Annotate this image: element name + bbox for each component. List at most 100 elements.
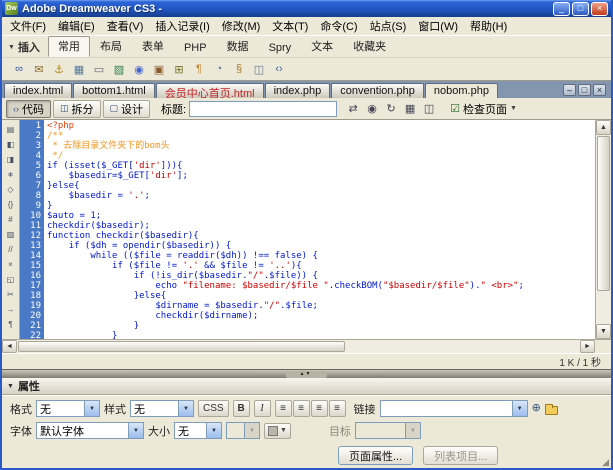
vertical-scrollbar[interactable]: ▲ ▼ bbox=[595, 120, 611, 339]
insert-tab[interactable]: PHP bbox=[174, 40, 217, 57]
design-view-button[interactable]: ▢设计 bbox=[103, 100, 151, 118]
preview-browser-icon[interactable]: ◉ bbox=[363, 100, 381, 118]
remove-comment-icon[interactable]: × bbox=[3, 257, 19, 272]
scroll-down-icon[interactable]: ▼ bbox=[596, 324, 611, 339]
insert-tab[interactable]: Spry bbox=[259, 40, 302, 57]
list-item-button[interactable]: 列表项目... bbox=[423, 446, 498, 465]
horizontal-scroll-thumb[interactable] bbox=[18, 341, 345, 352]
doc-tab[interactable]: 会员中心首页.html bbox=[156, 83, 264, 98]
align-left-icon[interactable]: ≡ bbox=[275, 400, 292, 417]
server-include-icon[interactable]: ⊞ bbox=[170, 60, 188, 78]
highlight-invalid-code-icon[interactable]: ▨ bbox=[3, 227, 19, 242]
target-select[interactable]: ▼ bbox=[355, 422, 421, 439]
code-view-button[interactable]: ‹›代码 bbox=[6, 100, 51, 118]
script-icon[interactable]: § bbox=[230, 60, 248, 78]
css-button[interactable]: CSS bbox=[198, 400, 229, 417]
collapse-panel-icon[interactable]: ▼ bbox=[7, 383, 14, 390]
media-icon[interactable]: ◉ bbox=[130, 60, 148, 78]
apply-comment-icon[interactable]: // bbox=[3, 242, 19, 257]
size-select[interactable]: 无 ▼ bbox=[174, 422, 222, 439]
menu-item[interactable]: 命令(C) bbox=[314, 17, 363, 35]
menu-item[interactable]: 文本(T) bbox=[266, 17, 314, 35]
browse-folder-icon[interactable] bbox=[545, 406, 558, 415]
doc-tab[interactable]: convention.php bbox=[331, 83, 424, 98]
menu-item[interactable]: 帮助(H) bbox=[464, 17, 513, 35]
italic-button[interactable]: I bbox=[254, 400, 271, 417]
insert-tab[interactable]: 布局 bbox=[90, 36, 132, 57]
properties-header[interactable]: ▼ 属性 bbox=[2, 378, 611, 395]
table-icon[interactable]: ▦ bbox=[70, 60, 88, 78]
view-options-icon[interactable]: ▦ bbox=[401, 100, 419, 118]
vertical-scroll-thumb[interactable] bbox=[597, 136, 610, 291]
wrap-tag-icon[interactable]: ◱ bbox=[3, 272, 19, 287]
title-input[interactable] bbox=[189, 101, 337, 117]
doc-tab[interactable]: nobom.php bbox=[425, 83, 498, 98]
head-icon[interactable]: ◔ bbox=[210, 60, 228, 78]
bold-button[interactable]: B bbox=[233, 400, 250, 417]
doc-tab[interactable]: index.html bbox=[4, 83, 72, 98]
size-unit-select[interactable]: ▼ bbox=[226, 422, 260, 439]
doc-minimize-icon[interactable]: – bbox=[563, 84, 576, 96]
format-select[interactable]: 无 ▼ bbox=[36, 400, 100, 417]
scroll-right-icon[interactable]: ► bbox=[580, 340, 595, 353]
template-icon[interactable]: ◫ bbox=[250, 60, 268, 78]
balance-braces-icon[interactable]: {} bbox=[3, 197, 19, 212]
check-page-button[interactable]: ☑ 检查页面 ▼ bbox=[445, 100, 522, 118]
file-management-icon[interactable]: ⇄ bbox=[344, 100, 362, 118]
refresh-icon[interactable]: ↻ bbox=[382, 100, 400, 118]
menu-item[interactable]: 查看(V) bbox=[101, 17, 150, 35]
align-center-icon[interactable]: ≡ bbox=[293, 400, 310, 417]
align-right-icon[interactable]: ≡ bbox=[311, 400, 328, 417]
menu-item[interactable]: 编辑(E) bbox=[52, 17, 101, 35]
insert-tab[interactable]: 常用 bbox=[48, 36, 90, 57]
expand-all-icon[interactable]: ∗ bbox=[3, 167, 19, 182]
style-select[interactable]: 无 ▼ bbox=[130, 400, 194, 417]
link-select[interactable]: ▼ bbox=[380, 400, 528, 417]
doc-tab[interactable]: index.php bbox=[265, 83, 331, 98]
visual-aids-icon[interactable]: ◫ bbox=[420, 100, 438, 118]
font-select[interactable]: 默认字体 ▼ bbox=[36, 422, 144, 439]
recent-snippets-icon[interactable]: ✂ bbox=[3, 287, 19, 302]
text-color-picker[interactable]: ▼ bbox=[264, 423, 291, 439]
insert-tab[interactable]: 表单 bbox=[132, 36, 174, 57]
tag-chooser-icon[interactable]: ‹› bbox=[270, 60, 288, 78]
scroll-left-icon[interactable]: ◄ bbox=[2, 340, 17, 353]
doc-close-icon[interactable]: × bbox=[593, 84, 606, 96]
collapse-selection-icon[interactable]: ◨ bbox=[3, 152, 19, 167]
doc-tab[interactable]: bottom1.html bbox=[73, 83, 155, 98]
align-justify-icon[interactable]: ≡ bbox=[329, 400, 346, 417]
scroll-up-icon[interactable]: ▲ bbox=[596, 120, 611, 135]
page-properties-button[interactable]: 页面属性... bbox=[338, 446, 413, 465]
date-icon[interactable]: ▣ bbox=[150, 60, 168, 78]
menu-item[interactable]: 文件(F) bbox=[4, 17, 52, 35]
select-parent-tag-icon[interactable]: ◇ bbox=[3, 182, 19, 197]
vertical-scroll-track[interactable] bbox=[596, 135, 611, 324]
doc-restore-icon[interactable]: □ bbox=[578, 84, 591, 96]
hyperlink-icon[interactable]: ∞ bbox=[10, 60, 28, 78]
menu-item[interactable]: 窗口(W) bbox=[412, 17, 464, 35]
named-anchor-icon[interactable]: ⚓ bbox=[50, 60, 68, 78]
maximize-button[interactable]: □ bbox=[572, 2, 589, 16]
format-source-code-icon[interactable]: ¶ bbox=[3, 317, 19, 332]
menu-item[interactable]: 修改(M) bbox=[216, 17, 267, 35]
splitter-grip-icon[interactable]: ▴▾ bbox=[286, 371, 326, 378]
insert-panel-menu[interactable]: ▼ 插入 bbox=[6, 39, 48, 57]
open-documents-icon[interactable]: ▤ bbox=[3, 122, 19, 137]
resize-grip-icon[interactable]: ◢ bbox=[602, 457, 609, 468]
close-button[interactable]: × bbox=[591, 2, 608, 16]
indent-code-icon[interactable]: → bbox=[3, 302, 19, 317]
menu-item[interactable]: 插入记录(I) bbox=[149, 17, 215, 35]
line-numbers-icon[interactable]: # bbox=[3, 212, 19, 227]
insert-tab[interactable]: 文本 bbox=[301, 36, 343, 57]
code-lines[interactable]: <?php/** * 去除目录文件夹下的bom头 */if (isset($_G… bbox=[44, 120, 595, 339]
split-view-button[interactable]: ◫拆分 bbox=[53, 100, 101, 118]
email-link-icon[interactable]: ✉ bbox=[30, 60, 48, 78]
point-to-file-icon[interactable]: ⊕ bbox=[532, 403, 541, 414]
minimize-button[interactable]: _ bbox=[553, 2, 570, 16]
collapse-full-tag-icon[interactable]: ◧ bbox=[3, 137, 19, 152]
insert-div-icon[interactable]: ▭ bbox=[90, 60, 108, 78]
image-icon[interactable]: ▨ bbox=[110, 60, 128, 78]
insert-tab[interactable]: 收藏夹 bbox=[343, 36, 396, 57]
panel-splitter[interactable]: ▴▾ bbox=[2, 369, 611, 378]
horizontal-scroll-track[interactable] bbox=[17, 340, 580, 353]
